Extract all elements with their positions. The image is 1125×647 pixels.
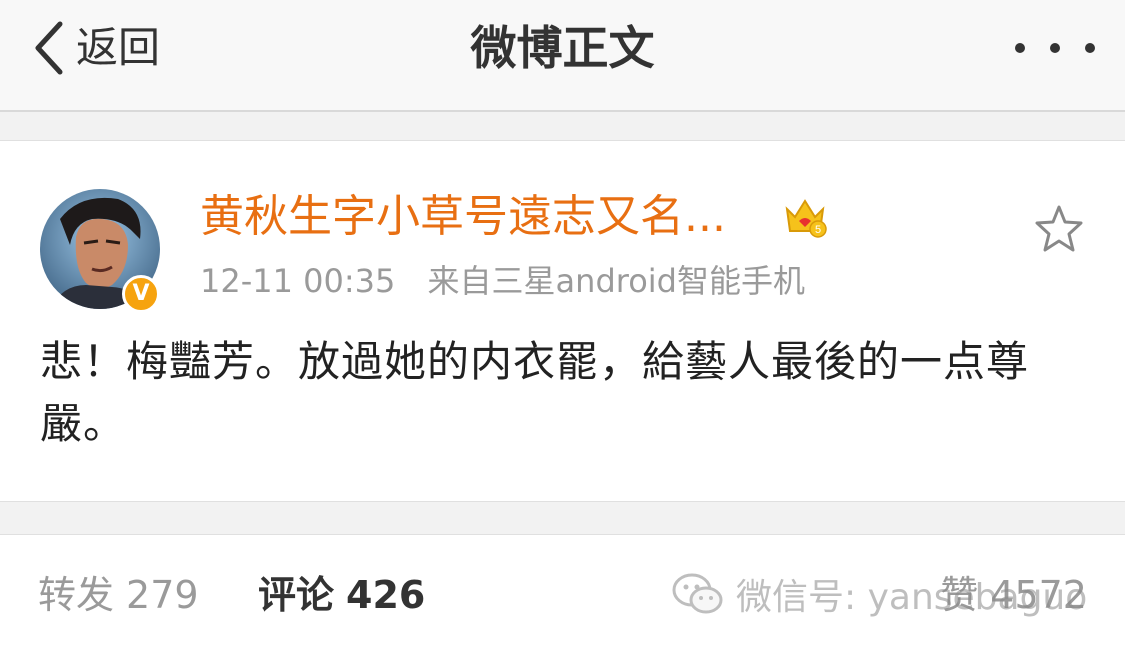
post-meta: 12-11 00:35 来自三星android智能手机 (200, 259, 805, 303)
repost-label: 转发 (38, 573, 115, 617)
tab-comment[interactable]: 评论 426 (258, 567, 425, 623)
more-button[interactable] (1015, 30, 1095, 66)
like-count: 4572 (990, 573, 1087, 617)
svg-text:5: 5 (815, 224, 821, 236)
username[interactable]: 黄秋生字小草号遠志又名... (200, 189, 726, 245)
post-card: V 黄秋生字小草号遠志又名... 5 12-11 00:35 来自三星andro… (0, 140, 1125, 502)
post-source: 来自三星android智能手机 (427, 262, 805, 300)
comment-label: 评论 (258, 573, 335, 617)
repost-count: 279 (126, 573, 199, 617)
tab-repost[interactable]: 转发 279 (38, 567, 199, 623)
tab-like[interactable]: 赞 4572 (940, 567, 1087, 623)
back-label: 返回 (76, 23, 161, 72)
favorite-star-icon[interactable] (1033, 203, 1085, 255)
comment-count: 426 (346, 573, 426, 617)
more-dot (1015, 43, 1025, 53)
chevron-left-icon (35, 21, 63, 75)
back-button[interactable]: 返回 (30, 18, 160, 78)
page-title: 微博正文 (470, 21, 655, 75)
more-dot (1050, 43, 1060, 53)
weibo-detail-screen: 返回 微博正文 V 黄秋生字小草号遠志又名... 5 12-11 00:35 来… (0, 0, 1125, 647)
post-time: 12-11 00:35 (200, 262, 396, 300)
vip-crown-icon: 5 (785, 199, 827, 238)
post-text: 悲！梅豔芳。放過她的内衣罷，給藝人最後的一点尊嚴。 (40, 337, 1030, 448)
nav-bar: 返回 微博正文 (0, 0, 1125, 112)
like-label: 赞 (940, 573, 979, 617)
more-dot (1085, 43, 1095, 53)
action-tabs: 转发 279 评论 426 赞 4572 (0, 534, 1125, 647)
verified-badge: V (122, 275, 160, 313)
